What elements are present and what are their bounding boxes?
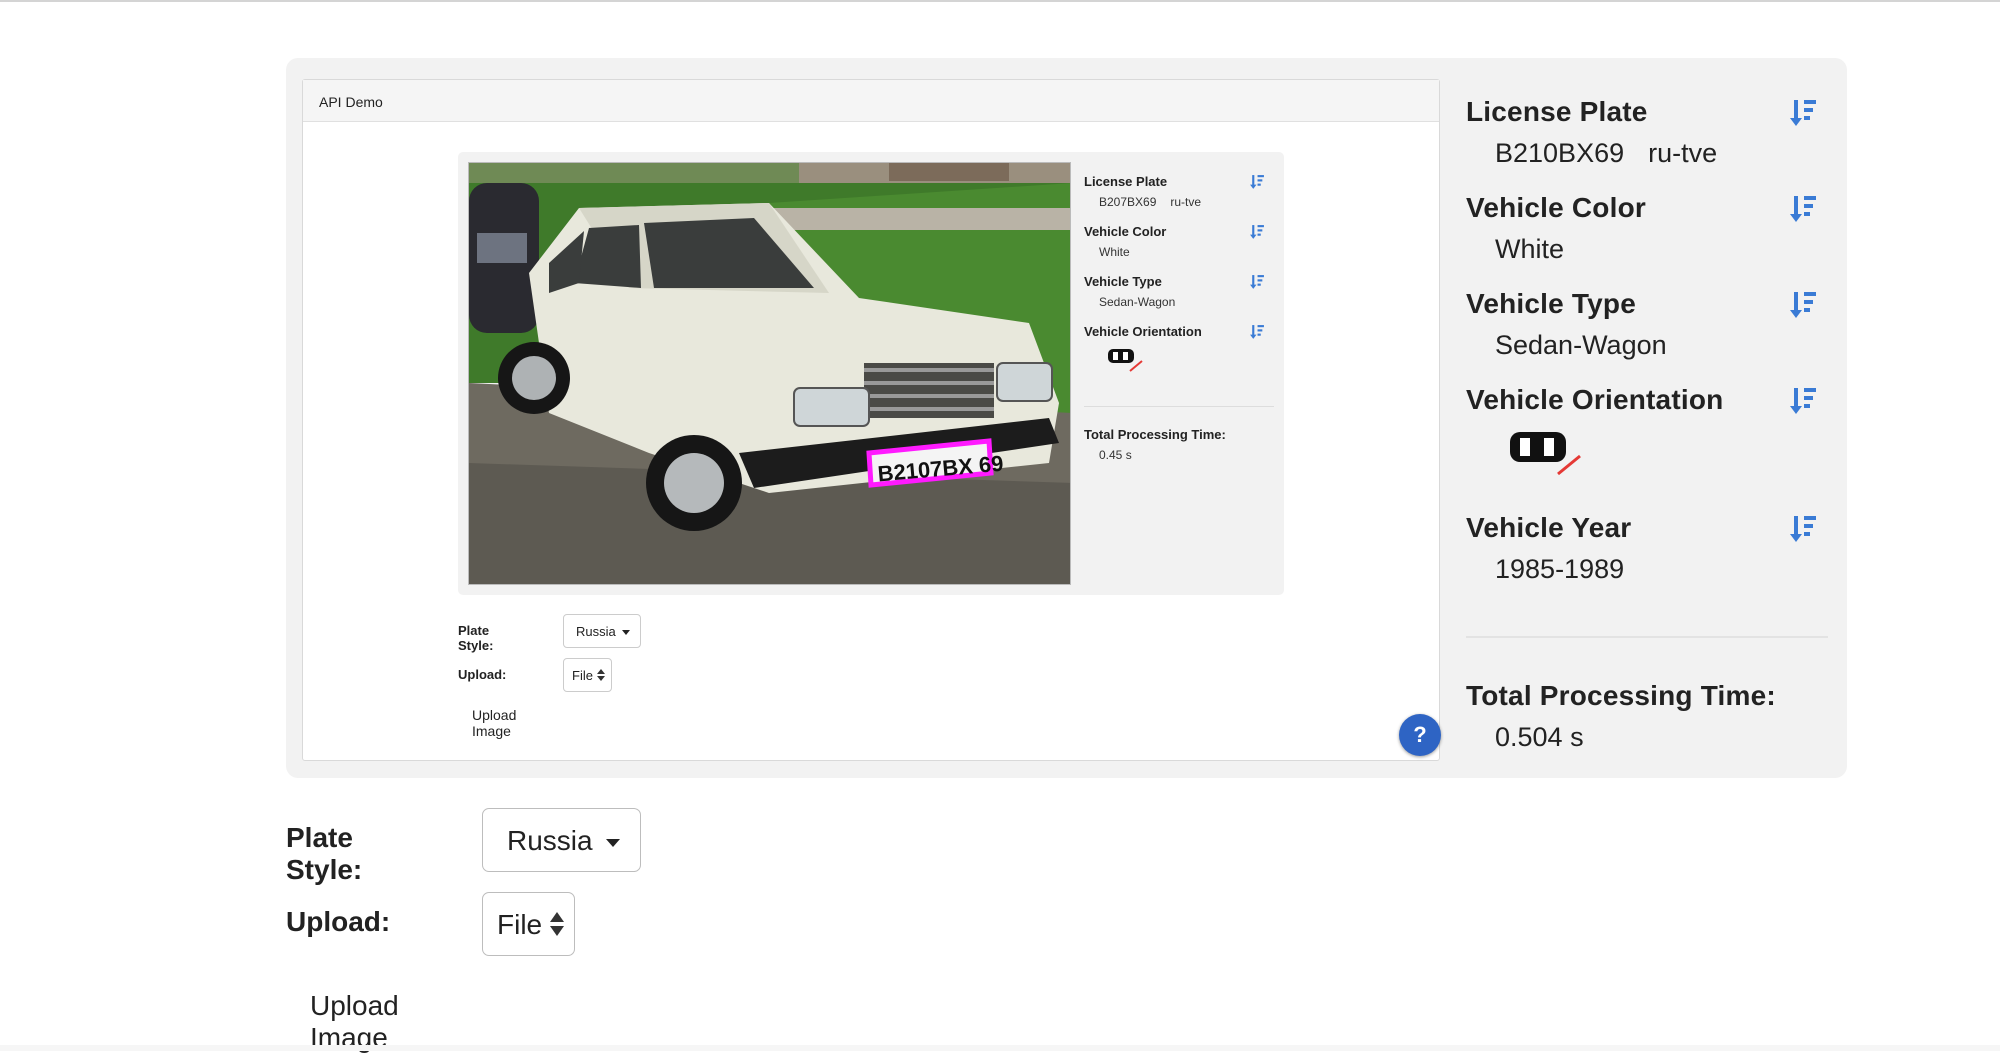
- api-demo-header: API Demo: [303, 80, 1439, 122]
- plate-style-value: Russia: [507, 825, 593, 856]
- updown-icon: [596, 669, 605, 684]
- demo-plate-region: ru-tve: [1170, 195, 1202, 209]
- type-label: Vehicle Type: [1466, 288, 1636, 319]
- vehicle-photo: B2107BX 69: [468, 162, 1071, 585]
- sort-icon[interactable]: [1790, 98, 1816, 128]
- plate-value-line: B210BX69 ru-tve: [1495, 138, 1828, 169]
- demo-upload-value: File: [572, 668, 593, 683]
- sort-icon[interactable]: [1250, 324, 1264, 340]
- demo-type-label: Vehicle Type: [1084, 274, 1162, 289]
- sort-icon[interactable]: [1790, 514, 1816, 544]
- demo-color-value: White: [1099, 245, 1130, 259]
- year-value: 1985-1989: [1495, 554, 1625, 584]
- type-row: Vehicle Type Sedan-Wagon: [1466, 288, 1828, 384]
- time-row: Total Processing Time: 0.504 s: [1466, 680, 1828, 776]
- divider: [1466, 636, 1828, 638]
- plate-style-label: Plate Style:: [286, 822, 363, 885]
- demo-plate-value-line: B207BX69 ru-tve: [1099, 195, 1274, 209]
- plate-label: License Plate: [1466, 96, 1648, 127]
- demo-upload-select[interactable]: File: [563, 658, 612, 692]
- year-label: Vehicle Year: [1466, 512, 1632, 543]
- demo-plate-label: License Plate: [1084, 174, 1168, 189]
- sort-icon[interactable]: [1790, 386, 1816, 416]
- demo-plate-row: License Plate B207BX69 ru-tve: [1084, 174, 1274, 224]
- demo-type-row: Vehicle Type Sedan-Wagon: [1084, 274, 1274, 324]
- chevron-down-icon: [606, 838, 621, 847]
- upload-value: File: [497, 909, 543, 940]
- demo-plate-style-select[interactable]: Russia: [563, 614, 642, 648]
- plate-region: ru-tve: [1648, 138, 1718, 168]
- vehicle-orientation-icon: [1106, 347, 1274, 378]
- color-row: Vehicle Color White: [1466, 192, 1828, 288]
- sort-icon[interactable]: [1250, 174, 1264, 190]
- chevron-down-icon: [622, 630, 631, 636]
- time-value: 0.504 s: [1495, 722, 1584, 752]
- sort-icon[interactable]: [1790, 290, 1816, 320]
- time-label: Total Processing Time:: [1466, 680, 1776, 711]
- sort-icon[interactable]: [1790, 194, 1816, 224]
- help-icon: ?: [1413, 722, 1427, 747]
- demo-upload-image-link[interactable]: Upload Image: [472, 707, 516, 739]
- type-value: Sedan-Wagon: [1495, 330, 1667, 360]
- help-button[interactable]: ?: [1399, 714, 1441, 756]
- demo-result-panel: B2107BX 69 License Plate B207BX69 ru-tve …: [458, 152, 1284, 595]
- demo-plate-value: B207BX69: [1099, 195, 1157, 209]
- demo-orientation-row: Vehicle Orientation: [1084, 324, 1274, 386]
- vehicle-orientation-icon: [1508, 428, 1828, 483]
- divider: [1084, 406, 1274, 407]
- orientation-row: Vehicle Orientation: [1466, 384, 1828, 512]
- demo-plate-style-label: Plate Style:: [458, 623, 494, 653]
- demo-color-row: Vehicle Color White: [1084, 224, 1274, 274]
- bottom-border: [0, 1045, 2000, 1051]
- plate-row: License Plate B210BX69 ru-tve: [1466, 96, 1828, 192]
- demo-orientation-label: Vehicle Orientation: [1084, 324, 1202, 339]
- updown-icon: [549, 911, 564, 943]
- plate-value: B210BX69: [1495, 138, 1625, 168]
- demo-info-column: License Plate B207BX69 ru-tve Vehicle Col…: [1084, 174, 1274, 477]
- demo-time-label: Total Processing Time:: [1084, 427, 1226, 442]
- demo-upload-label: Upload:: [458, 667, 507, 682]
- orientation-label: Vehicle Orientation: [1466, 384, 1724, 415]
- sort-icon[interactable]: [1250, 224, 1264, 240]
- color-value: White: [1495, 234, 1565, 264]
- api-demo-card: API Demo B2107BX 69 License Plate B207BX…: [302, 79, 1440, 761]
- results-column: License Plate B210BX69 ru-tve Vehicle Col…: [1466, 96, 1828, 776]
- year-row: Vehicle Year 1985-1989: [1466, 512, 1828, 608]
- demo-type-value: Sedan-Wagon: [1099, 295, 1176, 309]
- upload-select[interactable]: File: [482, 892, 575, 956]
- upload-label: Upload:: [286, 906, 391, 937]
- demo-time-row: Total Processing Time: 0.45 s: [1084, 427, 1274, 477]
- top-border: [0, 0, 2000, 2]
- plate-style-select[interactable]: Russia: [482, 808, 642, 872]
- demo-color-label: Vehicle Color: [1084, 224, 1167, 239]
- demo-time-value: 0.45 s: [1099, 448, 1132, 462]
- color-label: Vehicle Color: [1466, 192, 1646, 223]
- sort-icon[interactable]: [1250, 274, 1264, 290]
- demo-plate-style-value: Russia: [576, 624, 616, 639]
